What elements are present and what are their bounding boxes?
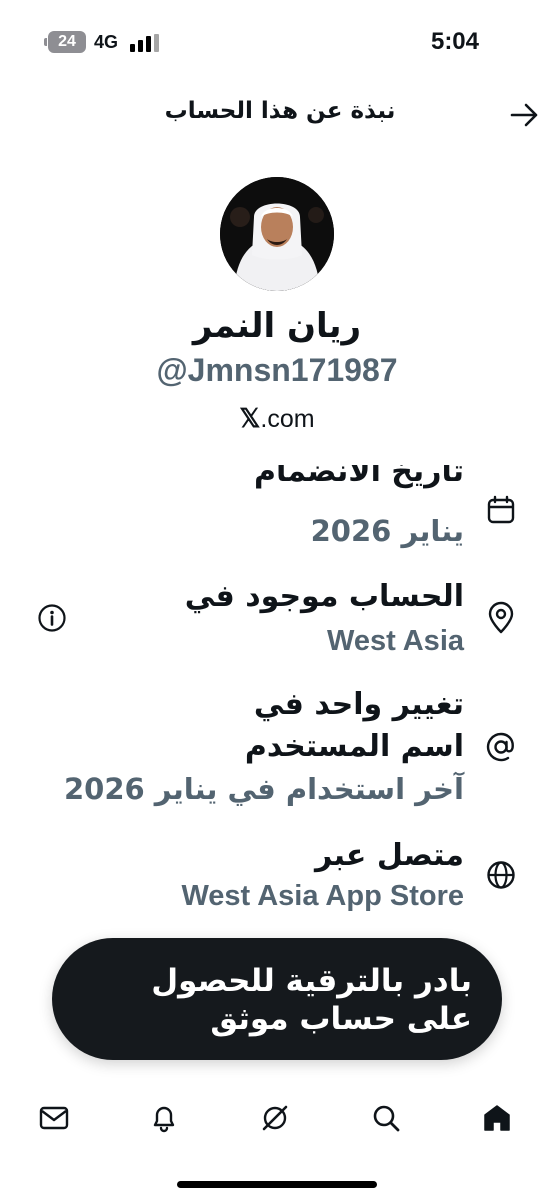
back-button[interactable] bbox=[508, 100, 542, 130]
joined-date-value: يناير 2026 bbox=[310, 514, 464, 548]
avatar[interactable] bbox=[220, 177, 334, 291]
globe-icon bbox=[484, 858, 518, 892]
upgrade-verified-button[interactable]: بادر بالترقية للحصول على حساب موثق bbox=[52, 938, 502, 1060]
location-pin-icon bbox=[484, 601, 518, 635]
grok-icon bbox=[262, 1105, 288, 1131]
home-icon bbox=[484, 1105, 510, 1131]
calendar-icon bbox=[484, 493, 518, 527]
account-location-label: الحساب موجود في bbox=[184, 579, 464, 614]
joined-date-label: تاريخ الانضمام bbox=[254, 465, 464, 489]
tab-notifications[interactable] bbox=[144, 1098, 184, 1138]
tab-grok[interactable] bbox=[255, 1098, 295, 1138]
bottom-tab-bar bbox=[0, 1080, 554, 1160]
tab-search[interactable] bbox=[366, 1098, 406, 1138]
search-icon bbox=[373, 1105, 400, 1132]
upgrade-verified-text: بادر بالترقية للحصول على حساب موثق bbox=[151, 963, 472, 1037]
display-name: ريان النمر bbox=[192, 306, 362, 346]
domain-suffix: .com bbox=[260, 405, 315, 433]
at-sign-icon bbox=[484, 730, 518, 764]
bell-icon bbox=[153, 1106, 175, 1133]
network-type: 4G bbox=[94, 32, 119, 52]
mail-icon bbox=[39, 1106, 69, 1130]
username-changes-value: آخر استخدام في يناير 2026 bbox=[63, 772, 464, 806]
account-location-value: West Asia bbox=[327, 625, 464, 657]
arrow-right-icon bbox=[510, 103, 538, 127]
username-changes-label-line2: اسم المستخدم bbox=[244, 729, 464, 764]
page-header: نبذة عن هذا الحساب bbox=[0, 88, 554, 138]
page-title: نبذة عن هذا الحساب bbox=[164, 98, 396, 124]
home-indicator[interactable] bbox=[177, 1181, 377, 1188]
location-info-button[interactable] bbox=[36, 602, 68, 634]
x-logo: 𝕏 bbox=[239, 403, 261, 433]
info-circle-icon bbox=[38, 604, 66, 632]
connected-via-value: West Asia App Store bbox=[181, 880, 464, 912]
username-changes-label-line1: تغيير واحد في bbox=[253, 687, 464, 722]
account-info-list: تاريخ الانضمام يناير 2026 الحساب موجود ف… bbox=[0, 465, 554, 920]
username-handle: @Jmnsn171987 bbox=[156, 352, 398, 388]
platform-domain: 𝕏.com bbox=[0, 403, 554, 434]
tab-messages[interactable] bbox=[34, 1098, 74, 1138]
profile-photo bbox=[220, 177, 334, 291]
status-clock: 5:04 bbox=[430, 28, 480, 55]
battery-indicator: 24 bbox=[44, 31, 86, 53]
connected-via-label: متصل عبر bbox=[314, 838, 464, 873]
tab-home[interactable] bbox=[477, 1098, 517, 1138]
status-bar: 24 4G 5:04 bbox=[0, 0, 554, 80]
signal-strength-icon bbox=[130, 32, 160, 52]
